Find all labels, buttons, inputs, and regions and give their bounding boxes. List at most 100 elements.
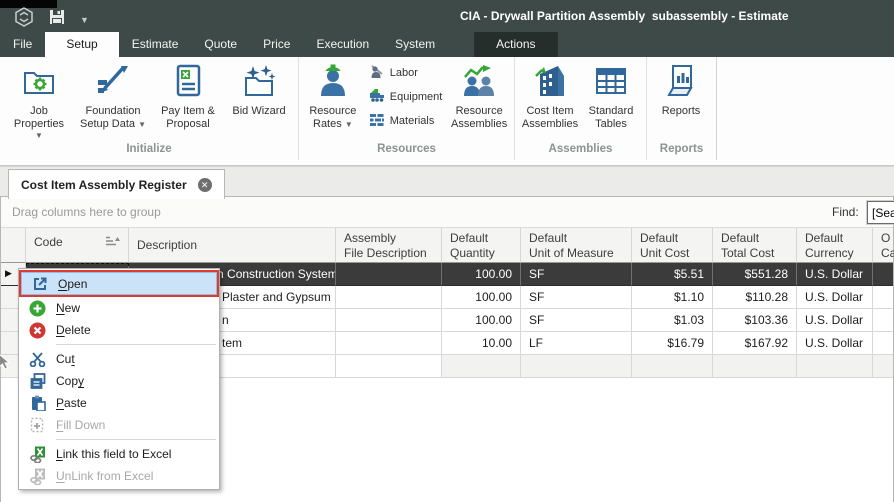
tab-close-icon[interactable]: ✕: [198, 178, 212, 192]
bid-wizard-button[interactable]: Bid Wizard: [224, 57, 294, 118]
menu-item-new[interactable]: New: [19, 297, 219, 319]
menu-item-label: Copy: [56, 374, 84, 388]
clipped-cell[interactable]: [873, 332, 893, 355]
clipped-cell[interactable]: [873, 309, 893, 332]
total-cost-cell[interactable]: $551.28: [713, 263, 797, 286]
resource-assemblies-icon: [461, 64, 497, 98]
job-properties-button[interactable]: Job Properties ▼: [4, 57, 74, 140]
uom-cell[interactable]: SF: [521, 286, 632, 309]
assembly-file-cell[interactable]: [336, 355, 442, 378]
unit-cost-cell[interactable]: $16.79: [632, 332, 713, 355]
header-code[interactable]: Code: [26, 228, 129, 263]
currency-cell[interactable]: U.S. Dollar: [797, 263, 873, 286]
menu-item-unlink-from-excel[interactable]: UnLink from Excel: [19, 465, 219, 487]
standard-tables-button[interactable]: Standard Tables: [581, 57, 641, 131]
quantity-cell[interactable]: 100.00: [442, 263, 521, 286]
group-label-resources: Resources: [303, 143, 510, 160]
assembly-file-cell[interactable]: [336, 332, 442, 355]
assembly-file-cell[interactable]: [336, 309, 442, 332]
materials-icon: [369, 111, 385, 130]
menu-item-open[interactable]: Open: [19, 270, 219, 297]
header-default-currency[interactable]: DefaultCurrency: [797, 228, 873, 263]
foundation-setup-data-button[interactable]: Foundation Setup Data ▼: [74, 57, 152, 131]
tab-execution[interactable]: Execution: [303, 32, 382, 57]
clipped-cell[interactable]: [873, 286, 893, 309]
menu-item-cut[interactable]: Cut: [19, 348, 219, 370]
header-default-unit-of-measure[interactable]: DefaultUnit of Measure: [521, 228, 632, 263]
resource-rates-button[interactable]: Resource Rates ▼: [303, 57, 363, 131]
foundation-setup-data-icon: [95, 64, 131, 98]
header-description[interactable]: Description: [129, 228, 336, 263]
quantity-cell[interactable]: 100.00: [442, 309, 521, 332]
resource-rates-icon: [315, 64, 351, 98]
currency-cell[interactable]: [797, 355, 873, 378]
cost-item-assemblies-button[interactable]: Cost Item Assemblies: [519, 57, 581, 131]
menu-item-paste[interactable]: Paste: [19, 392, 219, 414]
group-label-reports: Reports: [651, 143, 712, 160]
header-assembly-file-description[interactable]: AssemblyFile Description: [336, 228, 442, 263]
clipped-cell[interactable]: [873, 355, 893, 378]
tab-estimate[interactable]: Estimate: [119, 32, 192, 57]
quantity-cell[interactable]: 10.00: [442, 332, 521, 355]
total-cost-cell[interactable]: $103.36: [713, 309, 797, 332]
uom-cell[interactable]: SF: [521, 309, 632, 332]
unit-cost-cell[interactable]: $1.10: [632, 286, 713, 309]
header-default-unit-cost[interactable]: DefaultUnit Cost: [632, 228, 713, 263]
quantity-cell[interactable]: [442, 355, 521, 378]
labor-button[interactable]: Labor: [369, 64, 443, 81]
uom-cell[interactable]: [521, 355, 632, 378]
group-label-assemblies: Assemblies: [519, 143, 642, 160]
unit-cost-cell[interactable]: $1.03: [632, 309, 713, 332]
equipment-button[interactable]: Equipment: [369, 88, 443, 105]
group-label-initialize: Initialize: [4, 143, 294, 160]
save-icon[interactable]: [49, 9, 65, 30]
ribbon-group-resources: Resource Rates ▼ Labor Equipment: [299, 57, 515, 160]
reports-icon: [663, 64, 699, 98]
menu-item-delete[interactable]: Delete: [19, 319, 219, 341]
currency-cell[interactable]: U.S. Dollar: [797, 309, 873, 332]
menu-item-fill-down[interactable]: Fill Down: [19, 414, 219, 436]
tab-setup[interactable]: Setup: [45, 32, 118, 57]
uom-cell[interactable]: SF: [521, 263, 632, 286]
reports-button[interactable]: Reports: [651, 57, 711, 118]
clipped-cell[interactable]: [873, 263, 893, 286]
assembly-file-cell[interactable]: [336, 263, 442, 286]
tab-system[interactable]: System: [382, 32, 448, 57]
menu-item-copy[interactable]: Copy: [19, 370, 219, 392]
unit-cost-cell[interactable]: $5.51: [632, 263, 713, 286]
tab-quote[interactable]: Quote: [191, 32, 250, 57]
grid-header-row: Code Description AssemblyFile Descriptio…: [1, 228, 893, 263]
pay-item-proposal-button[interactable]: Pay Item & Proposal: [152, 57, 224, 131]
menu-item-label: Link this field to Excel: [56, 447, 171, 461]
qat-dropdown-caret-icon[interactable]: ▼: [80, 15, 89, 25]
materials-button[interactable]: Materials: [369, 112, 443, 129]
currency-cell[interactable]: U.S. Dollar: [797, 332, 873, 355]
currency-cell[interactable]: U.S. Dollar: [797, 286, 873, 309]
header-default-total-cost[interactable]: DefaultTotal Cost: [713, 228, 797, 263]
unit-cost-cell[interactable]: [632, 355, 713, 378]
group-by-bar[interactable]: Drag columns here to group Find:: [1, 197, 893, 228]
assembly-file-cell[interactable]: [336, 286, 442, 309]
total-cost-cell[interactable]: $110.28: [713, 286, 797, 309]
resource-assemblies-button[interactable]: Resource Assemblies: [448, 57, 510, 131]
menu-item-link-to-excel[interactable]: Link this field to Excel: [19, 443, 219, 465]
header-clipped-column[interactable]: OCa: [873, 228, 893, 263]
find-input[interactable]: [867, 201, 894, 224]
copy-icon: [19, 373, 56, 389]
header-default-quantity[interactable]: DefaultQuantity: [442, 228, 521, 263]
ribbon: Job Properties ▼ Foundation Setup Data ▼…: [0, 57, 894, 166]
window-title: CIA - Drywall Partition Assembly subasse…: [460, 9, 789, 23]
uom-cell[interactable]: LF: [521, 332, 632, 355]
tab-cost-item-assembly-register[interactable]: Cost Item Assembly Register ✕: [8, 169, 225, 199]
excel-unlink-icon: [19, 468, 56, 485]
total-cost-cell[interactable]: $167.92: [713, 332, 797, 355]
tab-file[interactable]: File: [0, 32, 45, 57]
menu-separator: [56, 439, 216, 440]
tab-actions[interactable]: Actions: [474, 32, 557, 57]
ribbon-group-assemblies: Cost Item Assemblies Standard Tables Ass…: [515, 57, 647, 160]
total-cost-cell[interactable]: [713, 355, 797, 378]
tab-price[interactable]: Price: [250, 32, 303, 57]
menu-item-label: UnLink from Excel: [56, 469, 153, 483]
quantity-cell[interactable]: 100.00: [442, 286, 521, 309]
pay-item-proposal-icon: [170, 64, 206, 98]
